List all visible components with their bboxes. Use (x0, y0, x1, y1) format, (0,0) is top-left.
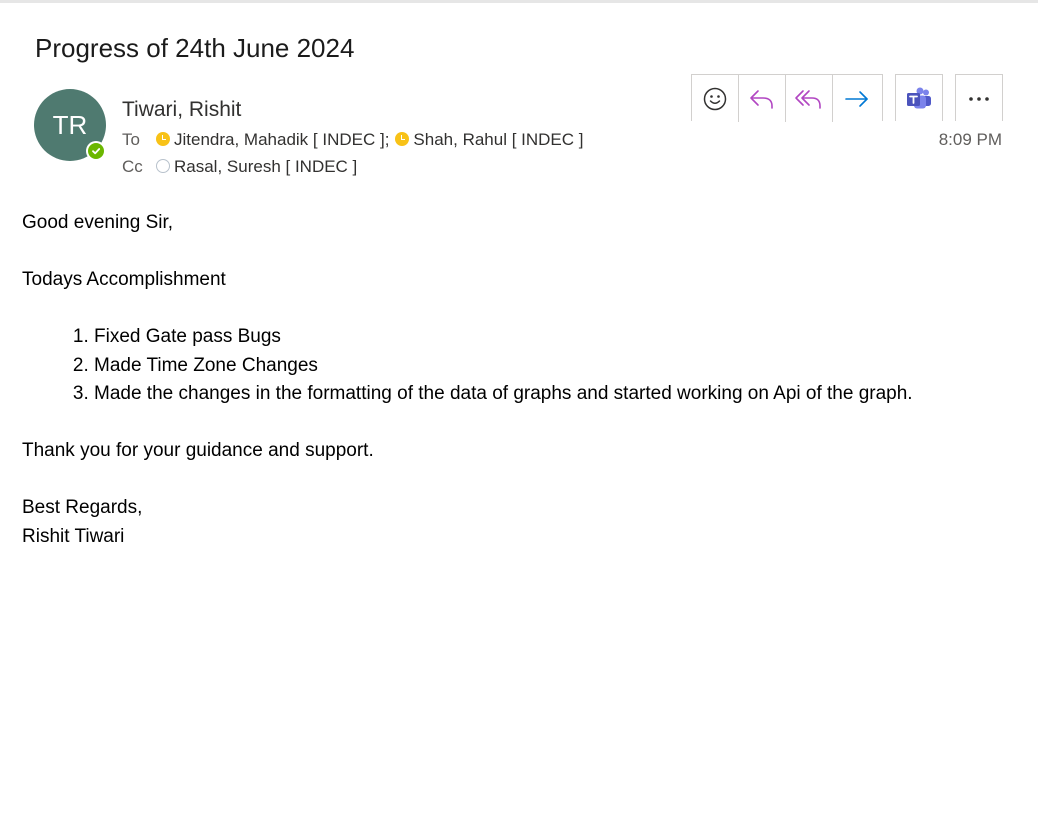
list-item: Made Time Zone Changes (94, 352, 913, 381)
reaction-button[interactable] (692, 75, 739, 122)
forward-icon (844, 90, 868, 107)
message-actions-toolbar (691, 74, 883, 122)
more-actions-button[interactable] (956, 75, 1002, 122)
reply-button[interactable] (739, 75, 786, 122)
teams-icon (907, 87, 931, 108)
share-to-teams-button[interactable] (896, 75, 942, 122)
recipient-cc-1[interactable]: Rasal, Suresh [ INDEC ] (174, 157, 357, 177)
greeting: Good evening Sir, (22, 212, 174, 233)
to-label: To (122, 130, 140, 149)
reply-icon (750, 89, 773, 109)
recipient-to-2[interactable]: Shah, Rahul [ INDEC ] (413, 130, 583, 150)
to-line: To Jitendra, Mahadik [ INDEC ]; Shah, Ra… (122, 130, 584, 150)
accomplishment-list: Fixed Gate pass Bugs Made Time Zone Chan… (22, 323, 913, 409)
away-status-icon (156, 132, 170, 146)
email-body: Good evening Sir, Todays Accomplishment … (22, 209, 913, 551)
more-toolbar (955, 74, 1003, 121)
away-status-icon (395, 132, 410, 146)
avatar-initials: TR (52, 109, 88, 140)
recipient-to-1[interactable]: Jitendra, Mahadik [ INDEC ]; (174, 130, 389, 150)
window-top-border (0, 0, 1038, 3)
section-title: Todays Accomplishment (22, 269, 226, 290)
teams-toolbar (895, 74, 943, 121)
thanks-line: Thank you for your guidance and support. (22, 440, 374, 461)
reply-all-icon (795, 89, 821, 109)
list-item: Made the changes in the formatting of th… (94, 380, 913, 409)
closing-line: Best Regards, (22, 497, 143, 518)
presence-available-icon (86, 141, 106, 161)
signature: Rishit Tiwari (22, 525, 125, 547)
email-subject: Progress of 24th June 2024 (35, 33, 355, 63)
received-time: 8:09 PM (938, 130, 1002, 149)
offline-status-icon (156, 159, 170, 173)
forward-button[interactable] (833, 75, 880, 122)
more-icon (969, 96, 989, 101)
sender-name[interactable]: Tiwari, Rishit (122, 98, 241, 122)
list-item: Fixed Gate pass Bugs (94, 323, 913, 352)
cc-line: Cc Rasal, Suresh [ INDEC ] (122, 157, 357, 177)
cc-label: Cc (122, 157, 143, 176)
emoji-icon (703, 87, 727, 110)
reply-all-button[interactable] (786, 75, 833, 122)
